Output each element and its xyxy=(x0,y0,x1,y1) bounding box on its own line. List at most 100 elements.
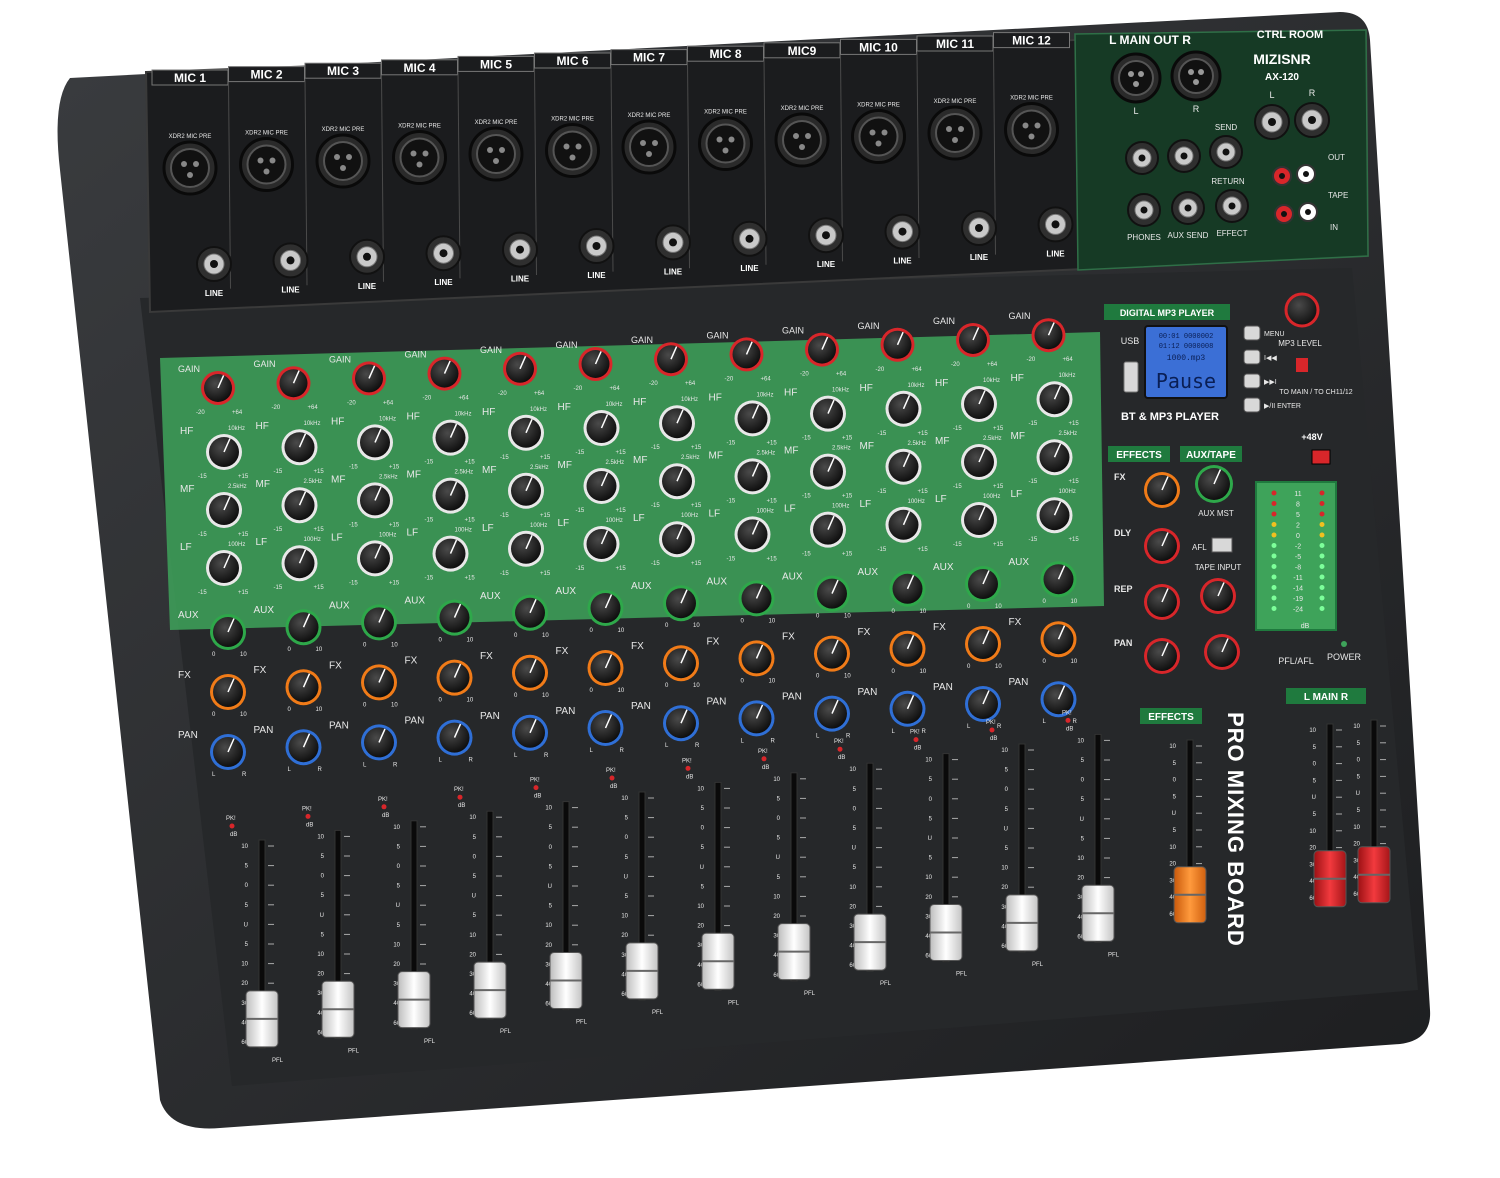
xlr-label: XDR2 MIC PRE xyxy=(1010,96,1053,102)
xlr-pin xyxy=(1133,81,1139,87)
eq-max-label: +15 xyxy=(616,508,627,514)
pan-r-label: R xyxy=(469,758,474,764)
lf-freq-label: 100Hz xyxy=(983,494,1000,500)
gain-min-label: -20 xyxy=(1027,357,1036,363)
eq-max-label: +15 xyxy=(238,474,249,480)
gain-max-label: +64 xyxy=(232,410,243,416)
fader-scale-label: 10 xyxy=(545,806,552,812)
hf-label: HF xyxy=(1011,373,1024,384)
fader-scale-label: 20 xyxy=(1001,885,1008,891)
lf-label: LF xyxy=(633,513,645,524)
fader-scale-label: 10 xyxy=(545,923,552,929)
xlr-label: XDR2 MIC PRE xyxy=(322,127,365,133)
gain-max-label: +64 xyxy=(987,362,998,368)
mf-label: MF xyxy=(709,450,723,461)
eq-max-label: +15 xyxy=(238,590,249,596)
pk-label: PK! xyxy=(1062,710,1072,716)
ctrl-room-side-label: L xyxy=(1269,90,1274,100)
db-label: dB xyxy=(458,803,465,809)
fader-scale-label: 20 xyxy=(621,933,628,939)
lf-freq-label: 100Hz xyxy=(379,532,396,538)
main-fader-title: L MAIN R xyxy=(1304,692,1349,703)
fx-label: FX xyxy=(254,665,267,676)
mp3-button[interactable] xyxy=(1243,349,1261,365)
xlr-label: XDR2 MIC PRE xyxy=(628,113,671,119)
rca-hole xyxy=(1303,171,1309,177)
fader-scale-label: 10 xyxy=(773,894,780,900)
hf-freq-label: 10kHz xyxy=(681,397,698,403)
line-hole xyxy=(210,260,218,268)
fx-label: FX xyxy=(933,622,946,633)
mf-knob[interactable] xyxy=(360,485,390,516)
peak-led xyxy=(989,727,995,733)
fader-scale-label: 10 xyxy=(849,767,856,773)
mf-freq-label: 2.5kHz xyxy=(304,479,323,485)
meter-tick-label: -19 xyxy=(1293,596,1303,603)
pan-label: PAN xyxy=(405,716,425,727)
mic-label: MIC 1 xyxy=(174,71,206,85)
hf-label: HF xyxy=(180,426,193,437)
pan-label: PAN xyxy=(556,706,576,717)
lf-label: LF xyxy=(935,494,947,505)
mp3-button[interactable] xyxy=(1243,325,1261,341)
line-label: LINE xyxy=(511,275,530,284)
xlr-socket xyxy=(552,130,593,171)
meter-led-right xyxy=(1319,553,1325,559)
peak-led xyxy=(609,775,615,781)
pk-label: PK! xyxy=(758,749,768,755)
mf-label: MF xyxy=(860,441,874,452)
fader-scale-label: 10 xyxy=(1169,845,1176,851)
mp3-level-knob[interactable] xyxy=(1284,292,1320,328)
pfl-label: PFL xyxy=(728,1000,740,1006)
fader-scale-label: 10 xyxy=(925,875,932,881)
level-max-label: 10 xyxy=(240,652,247,658)
afl-switch[interactable] xyxy=(1211,537,1233,553)
gain-label: GAIN xyxy=(782,326,804,336)
db-label: dB xyxy=(230,832,237,838)
eq-min-label: -15 xyxy=(500,571,509,577)
mf-freq-label: 2.5kHz xyxy=(681,455,700,461)
eq-min-label: -15 xyxy=(576,508,585,514)
aux-label: AUX xyxy=(556,586,577,597)
fader-scale-label: 20 xyxy=(241,981,248,987)
eq-max-label: +15 xyxy=(465,518,476,524)
xlr-pin xyxy=(257,157,264,164)
eq-min-label: -15 xyxy=(500,455,509,461)
mp3-button[interactable] xyxy=(1243,373,1261,389)
pfl-label: PFL xyxy=(1108,952,1120,958)
mf-label: MF xyxy=(407,470,421,481)
xlr-pin xyxy=(263,168,270,175)
mic-label: MIC 3 xyxy=(327,64,359,78)
eq-max-label: +15 xyxy=(540,513,551,519)
mp3-button[interactable] xyxy=(1243,397,1261,413)
xlr-socket xyxy=(246,144,287,185)
xlr-socket xyxy=(170,148,210,188)
route-switch[interactable] xyxy=(1296,358,1308,372)
meter-led-right xyxy=(1319,606,1325,611)
eq-min-label: -15 xyxy=(802,552,811,558)
fx-label: FX xyxy=(329,660,342,671)
fader-scale-label: 10 xyxy=(317,834,324,840)
pk-label: PK! xyxy=(986,720,996,726)
gain-min-label: -20 xyxy=(876,367,885,373)
meter-led-right xyxy=(1319,543,1325,548)
effects-fader-title: EFFECTS xyxy=(1148,712,1194,723)
line-hole xyxy=(1051,220,1060,229)
eq-max-label: +15 xyxy=(767,498,778,504)
pan-label: PAN xyxy=(480,711,500,722)
line-label: LINE xyxy=(434,278,453,287)
hf-freq-label: 10kHz xyxy=(757,392,774,398)
level-max-label: 10 xyxy=(391,642,398,648)
xlr-socket xyxy=(935,113,975,153)
xlr-pin xyxy=(575,143,582,150)
phantom-switch[interactable] xyxy=(1311,449,1331,465)
main-out-socket xyxy=(1178,58,1214,94)
pan-r-label: R xyxy=(846,734,851,740)
aux-label: AUX xyxy=(1009,557,1030,568)
power-label: POWER xyxy=(1327,652,1362,662)
gain-label: GAIN xyxy=(1009,311,1031,321)
usb-port[interactable] xyxy=(1123,361,1139,393)
level-max-label: 10 xyxy=(693,623,700,629)
pfl-label: PFL xyxy=(348,1048,360,1054)
fader-scale-label: 20 xyxy=(1353,842,1360,848)
